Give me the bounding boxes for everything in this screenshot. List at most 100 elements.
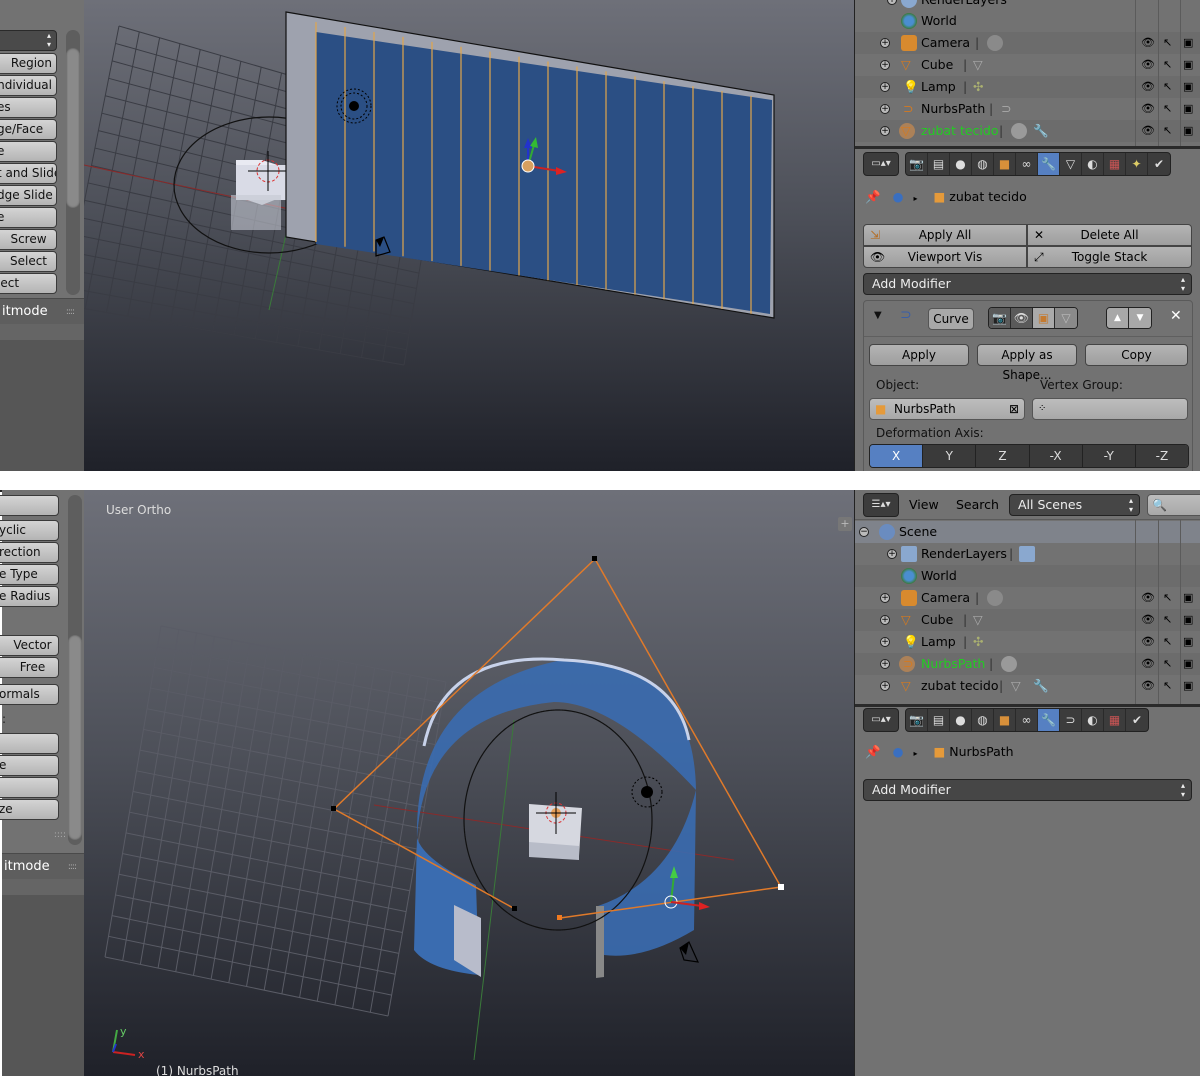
select-arrow-icon[interactable]: ↖ [1163, 32, 1172, 54]
wrench-icon[interactable]: 🔧 [1033, 120, 1049, 142]
visibility-eye-icon[interactable]: 👁 [1141, 32, 1155, 54]
normals-button[interactable]: ormals [0, 684, 59, 705]
curve-data-icon[interactable]: ⊃ [1001, 98, 1011, 120]
lamp-data-icon[interactable]: ✣ [973, 631, 983, 653]
tool-button[interactable]: ject [0, 273, 57, 294]
type-button[interactable]: e Type [0, 564, 59, 585]
cage-toggle-icon[interactable]: ▽ [1055, 308, 1077, 328]
3d-viewport[interactable]: User Ortho + y x (1) NurbsPath [84, 490, 854, 1076]
axis-x-button[interactable]: X [870, 445, 924, 467]
visibility-eye-icon[interactable]: 👁 [1141, 76, 1155, 98]
editor-type-selector[interactable]: ☰▴▾ [863, 493, 899, 517]
tab-constraints[interactable]: ∞ [1016, 709, 1038, 731]
axis-neg-z-button[interactable]: -Z [1135, 445, 1188, 467]
tool-button[interactable]: e [0, 755, 59, 776]
tab-render[interactable]: 📷 [906, 153, 928, 175]
collapse-triangle-icon[interactable]: ▼ [874, 310, 882, 321]
outliner-row-zubat-tecido[interactable]: + ▽ zubat tecido | 🔧 👁 ↖ ▣ [855, 120, 1200, 142]
render-camera-icon[interactable]: ▣ [1183, 609, 1193, 631]
mesh-data-icon[interactable]: ▽ [973, 54, 983, 76]
tab-render-layers[interactable]: ▤ [928, 709, 950, 731]
outliner-row-nurbspath[interactable]: + ⊃ NurbsPath | ⊃ 👁 ↖ ▣ [855, 98, 1200, 120]
tab-world[interactable]: ◍ [972, 153, 994, 175]
tool-button[interactable] [0, 733, 59, 754]
search-input[interactable]: 🔍 [1147, 494, 1200, 516]
select-button[interactable]: Select [0, 251, 57, 272]
select-arrow-icon[interactable]: ↖ [1163, 609, 1172, 631]
camera-data-icon[interactable] [987, 35, 1003, 51]
editor-type-selector[interactable]: ▭▴▾ [863, 708, 899, 732]
scene-filter-dropdown[interactable]: All Scenes [1009, 494, 1140, 516]
apply-all-button[interactable]: ⇲ Apply All [863, 224, 1027, 246]
tab-data[interactable]: ▽ [1060, 153, 1082, 175]
mesh-data-icon[interactable]: ▽ [1011, 675, 1021, 697]
modifier-name-field[interactable]: Curve [928, 308, 974, 330]
render-camera-icon[interactable]: ▣ [1183, 675, 1193, 697]
render-camera-icon[interactable]: ▣ [1183, 32, 1193, 54]
outliner-row-scene[interactable]: − Scene [855, 521, 1200, 543]
tool-button[interactable] [0, 777, 59, 798]
tab-constraints[interactable]: ∞ [1016, 153, 1038, 175]
add-modifier-dropdown[interactable]: Add Modifier [863, 273, 1192, 295]
mesh-data-icon[interactable]: ▽ [973, 609, 983, 631]
viewport-vis-button[interactable]: 👁 Viewport Vis [863, 246, 1027, 268]
outliner-row-lamp[interactable]: + 💡 Lamp | ✣ 👁 ↖ ▣ [855, 631, 1200, 653]
tool-button[interactable] [0, 495, 59, 516]
vector-button[interactable]: Vector [0, 635, 59, 656]
tab-material[interactable]: ◐ [1082, 709, 1104, 731]
area-divider[interactable] [855, 704, 1200, 707]
area-divider[interactable] [855, 146, 1200, 149]
render-camera-icon[interactable]: ▣ [1183, 54, 1193, 76]
tool-button[interactable]: Region [0, 53, 57, 74]
outliner-row-camera[interactable]: + Camera | 👁 ↖ ▣ [855, 32, 1200, 54]
editor-type-selector[interactable]: ▭▴▾ [863, 152, 899, 176]
tool-button[interactable]: es [0, 97, 57, 118]
outliner-row-zubat-tecido[interactable]: + ▽ zubat tecido | ▽ 🔧 👁 ↖ ▣ [855, 675, 1200, 697]
apply-button[interactable]: Apply [869, 344, 969, 366]
tab-object[interactable]: ■ [994, 709, 1016, 731]
vertex-group-field[interactable]: ⁘ [1032, 398, 1188, 420]
tab-texture[interactable]: ▦ [1104, 153, 1126, 175]
direction-button[interactable]: rection [0, 542, 59, 563]
copy-button[interactable]: Copy [1085, 344, 1188, 366]
move-up-icon[interactable]: ▲ [1107, 308, 1129, 328]
renderlayers-data-icon[interactable] [1019, 546, 1035, 562]
outliner-row-cube[interactable]: + ▽ Cube | ▽ 👁 ↖ ▣ [855, 54, 1200, 76]
axis-neg-x-button[interactable]: -X [1029, 445, 1083, 467]
outliner-row-lamp[interactable]: + 💡 Lamp | ✣ 👁 ↖ ▣ [855, 76, 1200, 98]
tab-scene[interactable]: ● [950, 153, 972, 175]
add-modifier-dropdown[interactable]: Add Modifier [863, 779, 1192, 801]
outliner-row-nurbspath[interactable]: + ⊃ NurbsPath | 👁 ↖ ▣ [855, 653, 1200, 675]
visibility-eye-icon[interactable]: 👁 [1141, 98, 1155, 120]
viewport-toggle-icon[interactable]: 👁 [1011, 308, 1033, 328]
scrollbar-thumb[interactable] [68, 635, 82, 840]
3d-viewport[interactable] [84, 0, 854, 471]
pin-icon[interactable]: 📌 [865, 744, 881, 759]
tab-texture[interactable]: ▦ [1104, 709, 1126, 731]
grip-icon[interactable]: :::: [66, 299, 75, 325]
scrollbar-thumb[interactable] [66, 48, 80, 208]
tab-modifiers[interactable]: 🔧 [1038, 153, 1060, 175]
render-camera-icon[interactable]: ▣ [1183, 98, 1193, 120]
axis-y-button[interactable]: Y [923, 445, 977, 467]
apply-as-shape-button[interactable]: Apply as Shape... [977, 344, 1077, 382]
select-arrow-icon[interactable]: ↖ [1163, 631, 1172, 653]
render-camera-icon[interactable]: ▣ [1183, 120, 1193, 142]
move-down-icon[interactable]: ▼ [1129, 308, 1151, 328]
wrench-icon[interactable]: 🔧 [1033, 675, 1049, 697]
tab-world[interactable]: ◍ [972, 709, 994, 731]
toolshelf-dropdown[interactable] [0, 30, 57, 51]
cyclic-button[interactable]: yclic [0, 520, 59, 541]
editmode-toggle-icon[interactable]: ▣ [1033, 308, 1055, 328]
axis-neg-y-button[interactable]: -Y [1082, 445, 1136, 467]
delete-all-button[interactable]: ✕ Delete All [1027, 224, 1192, 246]
tab-data[interactable]: ⊃ [1060, 709, 1082, 731]
visibility-eye-icon[interactable]: 👁 [1141, 587, 1155, 609]
visibility-eye-icon[interactable]: 👁 [1141, 631, 1155, 653]
radius-button[interactable]: e Radius [0, 586, 59, 607]
outliner-row-camera[interactable]: + Camera | 👁 ↖ ▣ [855, 587, 1200, 609]
tab-scene[interactable]: ● [950, 709, 972, 731]
camera-data-icon[interactable] [987, 590, 1003, 606]
tab-render-layers[interactable]: ▤ [928, 153, 950, 175]
free-button[interactable]: Free [0, 657, 59, 678]
